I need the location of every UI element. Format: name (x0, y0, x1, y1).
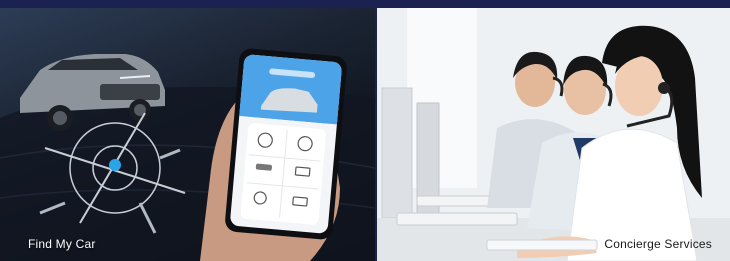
concierge-services-panel: Concierge Services (377, 8, 730, 261)
find-my-car-illustration (0, 48, 375, 261)
find-my-car-caption: Find My Car (28, 237, 96, 251)
smartphone-image (225, 48, 347, 240)
concierge-services-caption: Concierge Services (604, 237, 712, 251)
location-dot (109, 159, 121, 171)
concierge-illustration (377, 8, 730, 261)
promo-banner: Find My Car Concierge Services (0, 0, 730, 261)
find-my-car-panel: Find My Car (0, 8, 375, 261)
